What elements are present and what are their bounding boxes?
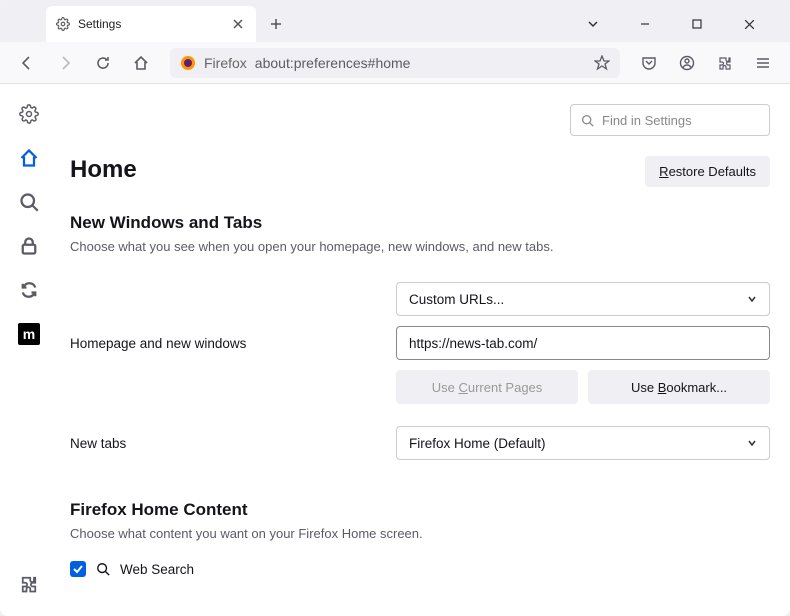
search-icon <box>581 114 594 127</box>
use-current-pages-button[interactable]: Use Current Pages <box>396 370 578 404</box>
page-title: Home <box>70 156 137 184</box>
close-icon[interactable] <box>230 16 246 32</box>
urlbar-product: Firefox <box>204 55 247 71</box>
find-placeholder: Find in Settings <box>602 113 692 128</box>
section-home-content-title: Firefox Home Content <box>70 500 770 520</box>
star-icon[interactable] <box>594 55 610 71</box>
sidebar-sync[interactable] <box>17 278 41 302</box>
use-bookmark-button[interactable]: Use Bookmark... <box>588 370 770 404</box>
window-controls <box>576 10 786 38</box>
sidebar-search[interactable] <box>17 190 41 214</box>
account-button[interactable] <box>672 48 702 78</box>
minimize-button[interactable] <box>628 10 662 38</box>
url-bar[interactable]: Firefox about:preferences#home <box>170 48 620 78</box>
websearch-checkbox[interactable] <box>70 561 86 577</box>
new-tab-button[interactable] <box>262 10 290 38</box>
select-value: Firefox Home (Default) <box>409 436 546 451</box>
main-content: Find in Settings Home Restore Defaults N… <box>58 84 790 616</box>
chevron-down-icon <box>747 294 757 304</box>
newtabs-mode-select[interactable]: Firefox Home (Default) <box>396 426 770 460</box>
chevron-down-icon[interactable] <box>576 10 610 38</box>
find-in-settings[interactable]: Find in Settings <box>570 104 770 136</box>
titlebar: Settings <box>0 0 790 42</box>
reload-button[interactable] <box>88 48 118 78</box>
homepage-url-input[interactable] <box>396 326 770 360</box>
close-button[interactable] <box>732 10 766 38</box>
section-new-windows-desc: Choose what you see when you open your h… <box>70 239 770 254</box>
newtabs-label: New tabs <box>70 436 396 451</box>
content-area: m Find in Settings Home Restore Defaults… <box>0 84 790 616</box>
extensions-button[interactable] <box>710 48 740 78</box>
search-icon <box>96 562 110 576</box>
back-button[interactable] <box>12 48 42 78</box>
sidebar-privacy[interactable] <box>17 234 41 258</box>
pocket-button[interactable] <box>634 48 664 78</box>
sidebar-more[interactable]: m <box>17 322 41 346</box>
home-button[interactable] <box>126 48 156 78</box>
maximize-button[interactable] <box>680 10 714 38</box>
select-value: Custom URLs... <box>409 292 504 307</box>
websearch-label: Web Search <box>120 562 194 577</box>
settings-sidebar: m <box>0 84 58 616</box>
gear-icon <box>56 17 70 31</box>
homepage-label: Homepage and new windows <box>70 336 396 351</box>
forward-button[interactable] <box>50 48 80 78</box>
mozilla-logo-icon: m <box>18 323 40 345</box>
tab-title: Settings <box>78 17 121 31</box>
menu-button[interactable] <box>748 48 778 78</box>
firefox-logo-icon <box>180 55 196 71</box>
section-new-windows-title: New Windows and Tabs <box>70 213 770 233</box>
restore-defaults-button[interactable]: Restore Defaults <box>645 156 770 187</box>
urlbar-url: about:preferences#home <box>255 55 411 71</box>
browser-tab[interactable]: Settings <box>46 6 256 42</box>
sidebar-general[interactable] <box>17 102 41 126</box>
sidebar-extensions[interactable] <box>17 572 41 596</box>
sidebar-home[interactable] <box>17 146 41 170</box>
chevron-down-icon <box>747 438 757 448</box>
navigation-toolbar: Firefox about:preferences#home <box>0 42 790 84</box>
section-home-content-desc: Choose what content you want on your Fir… <box>70 526 770 541</box>
homepage-mode-select[interactable]: Custom URLs... <box>396 282 770 316</box>
